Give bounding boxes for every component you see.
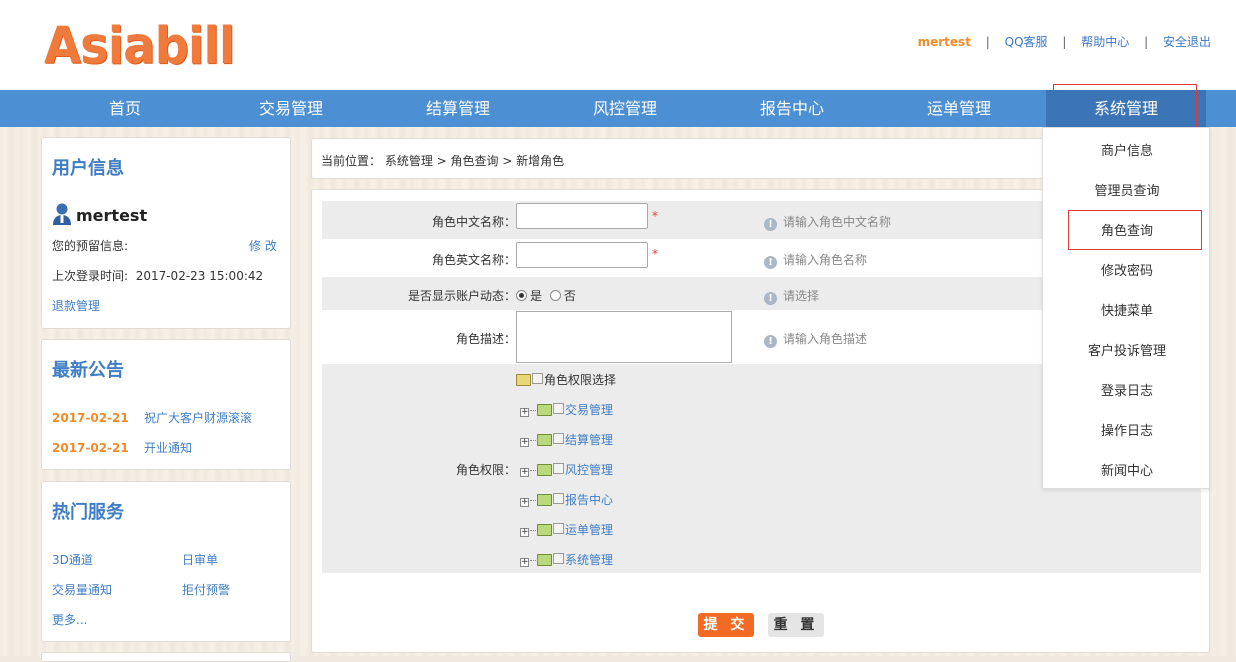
edit-link[interactable]: 修 改 xyxy=(249,237,277,254)
tree-checkbox[interactable] xyxy=(553,403,564,414)
folder-icon xyxy=(537,494,552,506)
permissions-label: 角色权限： xyxy=(455,463,516,477)
last-login: 上次登录时间: 2017-02-23 15:00:42 xyxy=(52,269,264,283)
info-icon: ! xyxy=(764,256,777,269)
folder-open-icon xyxy=(516,374,531,386)
en-name-label: 角色英文名称： xyxy=(431,253,516,267)
expand-icon[interactable]: + xyxy=(520,528,529,537)
folder-icon xyxy=(537,464,552,476)
qq-service-link[interactable]: QQ客服 xyxy=(1005,33,1048,50)
service-daily-review[interactable]: 日审单 xyxy=(182,551,218,568)
description-hint: ! 请输入角色描述 xyxy=(764,330,867,348)
separator: | xyxy=(1062,35,1067,49)
folder-icon xyxy=(537,404,552,416)
tree-node-system[interactable]: + 系统管理 xyxy=(520,551,613,568)
news-item[interactable]: 2017-02-21 祝广大客户财源滚滚 xyxy=(52,409,252,426)
system-dropdown-menu: 商户信息 管理员查询 角色查询 修改密码 快捷菜单 客户投诉管理 登录日志 操作… xyxy=(1042,127,1210,489)
expand-icon[interactable]: + xyxy=(520,558,529,567)
expand-icon[interactable]: + xyxy=(520,408,529,417)
menu-merchant-info[interactable]: 商户信息 xyxy=(1043,140,1211,159)
services-panel: 热门服务 3D通道 日审单 交易量通知 拒付预警 更多... xyxy=(41,481,291,642)
header: Asiabill mertest | QQ客服 | 帮助中心 | 安全退出 xyxy=(0,0,1236,90)
nav-reports[interactable]: 报告中心 xyxy=(712,90,872,127)
reset-button[interactable]: 重 置 xyxy=(768,613,824,637)
folder-icon xyxy=(537,434,552,446)
tree-node-waybill[interactable]: + 运单管理 xyxy=(520,521,613,538)
menu-shortcut[interactable]: 快捷菜单 xyxy=(1043,300,1211,319)
tree-checkbox[interactable] xyxy=(553,493,564,504)
news-panel: 最新公告 2017-02-21 祝广大客户财源滚滚 2017-02-21 开业通… xyxy=(41,339,291,470)
menu-operation-log[interactable]: 操作日志 xyxy=(1043,420,1211,439)
separator: | xyxy=(985,35,990,49)
main-nav: 首页 交易管理 结算管理 风控管理 报告中心 运单管理 系统管理 xyxy=(0,90,1236,127)
nav-transactions[interactable]: 交易管理 xyxy=(211,90,371,127)
top-links: mertest | QQ客服 | 帮助中心 | 安全退出 xyxy=(918,33,1211,50)
menu-complaints[interactable]: 客户投诉管理 xyxy=(1043,340,1211,359)
show-dynamic-radios: 是 否 xyxy=(516,287,576,304)
radio-no[interactable] xyxy=(549,290,561,301)
expand-icon[interactable]: + xyxy=(520,468,529,477)
asiabill-logo[interactable]: Asiabill xyxy=(44,17,235,76)
help-center-link[interactable]: 帮助中心 xyxy=(1081,33,1129,50)
tree-node-transactions[interactable]: + 交易管理 xyxy=(520,401,613,418)
more-link[interactable]: 更多... xyxy=(52,611,87,628)
cn-name-input[interactable] xyxy=(516,203,648,229)
menu-admin-query[interactable]: 管理员查询 xyxy=(1043,180,1211,199)
menu-login-log[interactable]: 登录日志 xyxy=(1043,380,1211,399)
nav-waybill[interactable]: 运单管理 xyxy=(879,90,1039,127)
submit-button[interactable]: 提 交 xyxy=(698,613,754,637)
reserved-info-label: 您的预留信息: xyxy=(52,239,129,253)
separator: | xyxy=(1144,35,1149,49)
highlight-box-nav xyxy=(1053,84,1197,133)
tree-node-risk[interactable]: + 风控管理 xyxy=(520,461,613,478)
refund-link[interactable]: 退款管理 xyxy=(52,297,100,314)
highlight-box-menu xyxy=(1068,210,1202,250)
tree-node-settlement[interactable]: + 结算管理 xyxy=(520,431,613,448)
tree-checkbox[interactable] xyxy=(532,373,543,384)
logout-link[interactable]: 安全退出 xyxy=(1163,33,1211,50)
menu-change-password[interactable]: 修改密码 xyxy=(1043,260,1211,279)
info-icon: ! xyxy=(764,218,777,231)
required-mark: * xyxy=(652,247,658,261)
required-mark: * xyxy=(652,209,658,223)
service-chargeback-alert[interactable]: 拒付预警 xyxy=(182,581,230,598)
description-textarea[interactable] xyxy=(516,311,732,363)
folder-icon xyxy=(537,554,552,566)
show-dynamic-label: 是否显示账户动态： xyxy=(407,289,516,303)
info-icon: ! xyxy=(764,335,777,348)
service-volume-notice[interactable]: 交易量通知 xyxy=(52,581,112,598)
expand-icon[interactable]: + xyxy=(520,438,529,447)
user-name: mertest xyxy=(52,202,147,226)
user-info-panel: 用户信息 mertest 您的预留信息: 修 改 上次登录时间: 2017-02… xyxy=(41,137,291,329)
user-avatar-icon xyxy=(53,203,71,225)
cn-name-label: 角色中文名称： xyxy=(431,215,516,229)
description-label: 角色描述： xyxy=(455,332,516,346)
tree-checkbox[interactable] xyxy=(553,523,564,534)
nav-home[interactable]: 首页 xyxy=(45,90,205,127)
folder-icon xyxy=(537,524,552,536)
panel-title: 最新公告 xyxy=(52,360,124,381)
show-dynamic-hint: ! 请选择 xyxy=(764,287,819,305)
service-3d[interactable]: 3D通道 xyxy=(52,551,93,568)
tree-root: 角色权限选择 xyxy=(516,371,616,388)
radio-yes[interactable] xyxy=(516,290,527,301)
news-item[interactable]: 2017-02-21 开业通知 xyxy=(52,439,192,456)
panel-title: 热门服务 xyxy=(52,502,124,523)
panel-title: 用户信息 xyxy=(52,158,124,179)
tree-checkbox[interactable] xyxy=(553,463,564,474)
username-link[interactable]: mertest xyxy=(918,35,971,49)
tree-checkbox[interactable] xyxy=(553,553,564,564)
expand-icon[interactable]: + xyxy=(520,498,529,507)
nav-risk[interactable]: 风控管理 xyxy=(545,90,705,127)
tree-checkbox[interactable] xyxy=(553,433,564,444)
tree-node-reports[interactable]: + 报告中心 xyxy=(520,491,613,508)
en-name-hint: ! 请输入角色名称 xyxy=(764,251,867,269)
panel-partial xyxy=(41,652,291,662)
nav-settlement[interactable]: 结算管理 xyxy=(378,90,538,127)
menu-news-center[interactable]: 新闻中心 xyxy=(1043,460,1211,479)
info-icon: ! xyxy=(764,292,777,305)
en-name-input[interactable] xyxy=(516,242,648,268)
cn-name-hint: ! 请输入角色中文名称 xyxy=(764,213,891,231)
